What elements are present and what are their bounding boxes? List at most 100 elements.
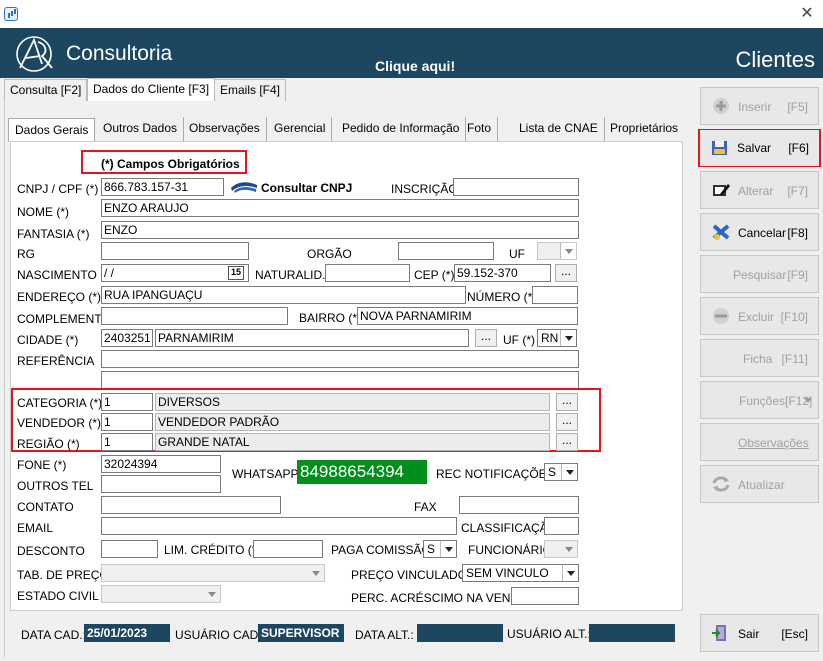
- tab-gerencial[interactable]: Gerencial: [268, 117, 333, 141]
- tab-dados-gerais[interactable]: Dados Gerais: [8, 118, 96, 142]
- fax-input[interactable]: [459, 496, 579, 514]
- sair-button[interactable]: Sair [Esc]: [700, 614, 819, 652]
- classificacao-label: CLASSIFICAÇÃO: [461, 521, 558, 535]
- receita-federal-icon[interactable]: [230, 180, 258, 194]
- tab-dados-do-cliente[interactable]: Dados do Cliente [F3]: [87, 78, 216, 102]
- lim-credito-input[interactable]: [253, 540, 323, 558]
- chevron-down-icon: [562, 565, 578, 581]
- nome-label: NOME (*): [17, 205, 69, 219]
- estado-civil-select[interactable]: [101, 585, 221, 603]
- cep-lookup-button[interactable]: ...: [555, 264, 577, 282]
- regiao-lookup-button[interactable]: ...: [556, 433, 578, 451]
- regiao-code-input[interactable]: 1: [101, 433, 153, 451]
- tab-observacoes[interactable]: Observações: [183, 117, 267, 141]
- cidade-code-input[interactable]: 2403251: [101, 329, 153, 347]
- whatsapp-label: WHATSAPP: [232, 467, 299, 481]
- perc-acrescimo-input[interactable]: [511, 587, 579, 605]
- atualizar-button[interactable]: Atualizar: [700, 465, 819, 503]
- data-alt-label: DATA ALT.:: [355, 628, 414, 642]
- company-logo: [16, 36, 53, 72]
- cidade-lookup-button[interactable]: ...: [475, 329, 497, 347]
- fone-input[interactable]: 32024394: [101, 455, 221, 473]
- data-cad-value: 25/01/2023: [84, 624, 170, 642]
- close-window-button[interactable]: ✕: [797, 4, 817, 24]
- tab-outros-dados[interactable]: Outros Dados: [97, 117, 185, 141]
- paga-comissao-select[interactable]: S: [423, 540, 457, 558]
- cep-input[interactable]: 59.152-370: [454, 264, 551, 282]
- fantasia-label: FANTASIA (*): [17, 227, 90, 241]
- rg-label: RG: [17, 247, 35, 261]
- chevron-down-icon: [308, 565, 324, 581]
- endereco-input[interactable]: RUA IPANGUAÇU: [101, 286, 466, 304]
- outros-tel-label: OUTROS TEL: [17, 479, 94, 493]
- orgao-input[interactable]: [398, 242, 494, 260]
- edit-icon: [713, 184, 730, 196]
- nome-input[interactable]: ENZO ARAUJO: [101, 199, 579, 217]
- tab-preco-select[interactable]: [101, 564, 325, 582]
- vendedor-code-input[interactable]: 1: [101, 413, 153, 431]
- tab-pedido-de-informacao[interactable]: Pedido de Informação: [336, 117, 467, 141]
- endereco-label: ENDEREÇO (*): [17, 290, 102, 304]
- chevron-down-icon: [561, 464, 577, 480]
- outros-tel-input[interactable]: [101, 475, 221, 493]
- click-here-link[interactable]: Clique aqui!: [375, 58, 455, 74]
- rg-input[interactable]: [101, 242, 249, 260]
- title-bar: [0, 0, 823, 28]
- ficha-button[interactable]: Ficha [F11]: [700, 339, 819, 377]
- consult-cnpj-link[interactable]: Consultar CNPJ: [261, 181, 352, 195]
- fantasia-input[interactable]: ENZO: [101, 221, 579, 239]
- tab-emails[interactable]: Emails [F4]: [214, 79, 287, 101]
- referencia-input-2[interactable]: [101, 371, 579, 389]
- bairro-input[interactable]: NOVA PARNAMIRIM: [357, 307, 578, 325]
- brand-name: Consultoria: [66, 42, 173, 65]
- chevron-down-icon: [440, 541, 456, 557]
- funcionario-select[interactable]: [544, 540, 578, 558]
- rec-notificacoes-select[interactable]: S: [544, 463, 578, 481]
- cancel-button[interactable]: Cancelar [F8]: [700, 213, 819, 251]
- fone-label: FONE (*): [17, 458, 67, 472]
- tab-lista-de-cnae[interactable]: Lista de CNAE: [513, 117, 605, 141]
- usuario-alt-value: [589, 624, 675, 642]
- rec-notificacoes-label: REC NOTIFICAÇÕES: [436, 467, 555, 481]
- floppy-disk-icon: [712, 141, 727, 155]
- tab-foto[interactable]: Foto: [461, 117, 499, 141]
- inscricao-input[interactable]: [453, 178, 579, 196]
- complemento-input[interactable]: [101, 307, 288, 325]
- data-alt-value: [417, 624, 503, 642]
- vendedor-lookup-button[interactable]: ...: [556, 413, 578, 431]
- referencia-input[interactable]: [101, 350, 579, 368]
- whatsapp-input[interactable]: 84988654394: [297, 460, 427, 484]
- calendar-icon[interactable]: 15: [228, 266, 244, 280]
- cnpj-input[interactable]: 866.783.157-31: [101, 178, 224, 196]
- chevron-down-icon: [560, 243, 576, 259]
- page-title: Clientes: [735, 47, 815, 72]
- tab-proprietarios[interactable]: Proprietários: [604, 117, 684, 141]
- naturalid-input[interactable]: [325, 264, 410, 282]
- perc-acrescimo-label: PERC. ACRÉSCIMO NA VENDA: [351, 591, 528, 605]
- categoria-lookup-button[interactable]: ...: [556, 393, 578, 411]
- excluir-button[interactable]: Excluir [F10]: [700, 297, 819, 335]
- inserir-button[interactable]: Inserir [F5]: [700, 87, 819, 125]
- pesquisar-button[interactable]: Pesquisar [F9]: [700, 255, 819, 293]
- observacoes-button[interactable]: Observações: [700, 423, 819, 461]
- numero-input[interactable]: [532, 286, 578, 304]
- contato-input[interactable]: [101, 496, 281, 514]
- plus-icon: [713, 98, 729, 114]
- uf-cidade-select[interactable]: RN: [537, 329, 577, 347]
- uf-select[interactable]: [537, 242, 577, 260]
- funcionario-label: FUNCIONÁRIO: [468, 543, 552, 557]
- cidade-input[interactable]: PARNAMIRIM: [155, 329, 469, 347]
- chevron-down-icon: [561, 541, 577, 557]
- email-input[interactable]: [101, 517, 457, 535]
- funcoes-button[interactable]: Funções[F12]: [700, 381, 819, 419]
- bairro-label: BAIRRO (*): [299, 311, 362, 325]
- desconto-input[interactable]: [101, 540, 158, 558]
- save-button[interactable]: Salvar [F6]: [700, 130, 819, 166]
- alterar-button[interactable]: Alterar [F7]: [700, 171, 819, 209]
- tab-consulta[interactable]: Consulta [F2]: [4, 79, 88, 101]
- nascimento-input[interactable]: / / 15: [101, 264, 249, 282]
- preco-vinculado-select[interactable]: SEM VINCULO: [462, 564, 579, 582]
- classificacao-input[interactable]: [544, 517, 579, 535]
- app-icon: [4, 7, 18, 21]
- categoria-code-input[interactable]: 1: [101, 393, 153, 411]
